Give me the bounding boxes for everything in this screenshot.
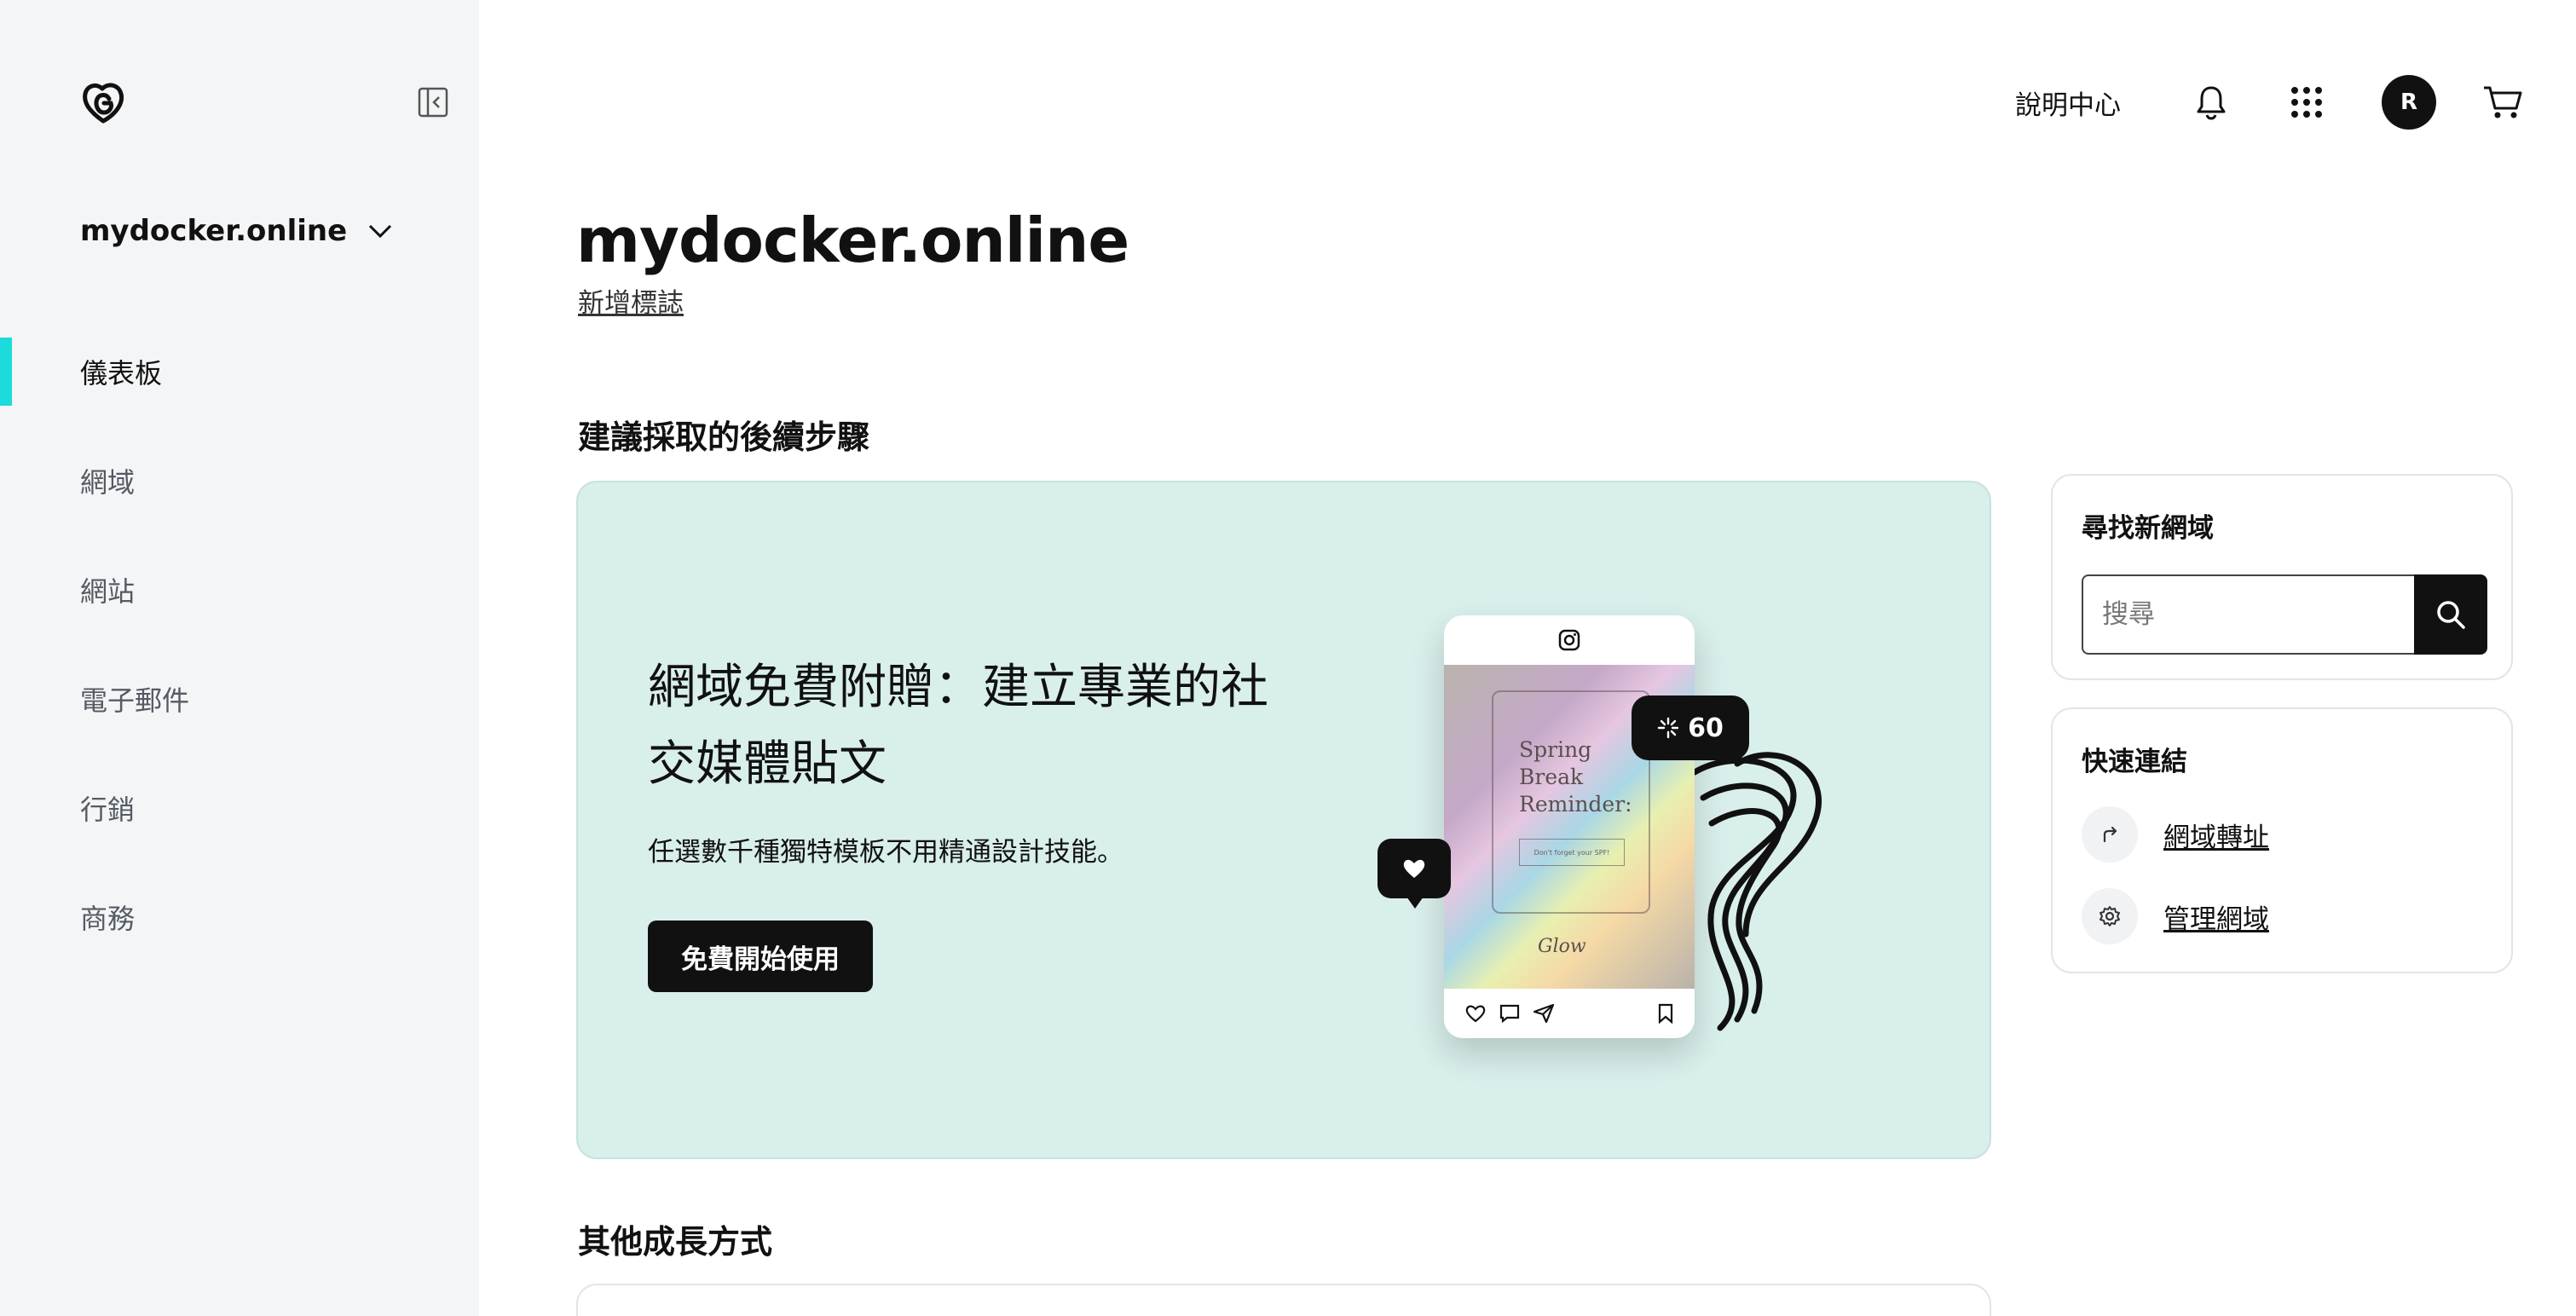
sidebar-item-dashboard[interactable]: 儀表板 [0, 338, 479, 406]
cart-icon[interactable] [2479, 78, 2527, 126]
likes-count: 60 [1688, 713, 1724, 743]
comment-icon [1499, 1004, 1520, 1024]
quick-links-card: 快速連結 網域轉址 管理網域 [2051, 707, 2513, 973]
domain-selector-label: mydocker.online [80, 214, 348, 248]
growth-card [576, 1284, 1991, 1316]
quick-link-label: 網域轉址 [2163, 822, 2269, 853]
collapse-sidebar-icon[interactable] [416, 85, 450, 119]
page-title: mydocker.online [576, 205, 1129, 276]
sidebar-item-domains[interactable]: 網域 [0, 447, 479, 515]
next-steps-heading: 建議採取的後續步驟 [578, 418, 870, 456]
domain-search-input[interactable] [2082, 574, 2414, 655]
promo-headline: 網域免費附贈：建立專業的社交媒體貼文 [648, 660, 1268, 792]
find-domain-title: 尋找新網域 [2082, 513, 2214, 544]
search-icon [2437, 601, 2465, 629]
add-logo-link[interactable]: 新增標誌 [578, 281, 684, 320]
social-post-mockup: Spring Break Reminder: Don't forget your… [1444, 615, 1695, 1038]
promo-subtext: 任選數千種獨特模板不用精通設計技能。 [648, 837, 1123, 868]
sidebar-nav: 儀表板 網域 網站 電子郵件 行銷 商務 [0, 338, 479, 992]
page: mydocker.online 儀表板 網域 網站 電子郵件 行銷 商務 說明中… [0, 0, 2576, 1316]
promo-card: 網域免費附贈：建立專業的社交媒體貼文 任選數千種獨特模板不用精通設計技能。 免費… [576, 481, 1991, 1159]
sidebar-item-commerce[interactable]: 商務 [0, 883, 479, 951]
post-card-text: Spring Break Reminder: [1519, 737, 1632, 817]
instagram-icon [1444, 615, 1695, 665]
sparkle-icon [1657, 717, 1679, 739]
gear-icon [2082, 888, 2138, 944]
quick-link-label: 管理網域 [2163, 903, 2269, 935]
domain-selector[interactable]: mydocker.online [80, 210, 393, 252]
top-bar: 說明中心 R [2015, 73, 2527, 131]
post-card-frame: Spring Break Reminder: Don't forget your… [1492, 690, 1650, 914]
sidebar-item-email[interactable]: 電子郵件 [0, 665, 479, 733]
post-actions [1444, 989, 1695, 1038]
find-domain-card: 尋找新網域 [2051, 474, 2513, 680]
sidebar-item-websites[interactable]: 網站 [0, 556, 479, 624]
quick-links-title: 快速連結 [2082, 747, 2187, 777]
search-button[interactable] [2414, 574, 2487, 655]
start-free-button[interactable]: 免費開始使用 [648, 921, 873, 992]
likes-badge: 60 [1632, 696, 1749, 760]
chevron-down-icon [369, 224, 392, 239]
send-icon [1533, 1003, 1555, 1024]
quick-link-manage-domains[interactable]: 管理網域 [2082, 888, 2269, 944]
sidebar: mydocker.online 儀表板 網域 網站 電子郵件 行銷 商務 [0, 0, 479, 1316]
forward-arrow-icon [2082, 806, 2138, 863]
apps-grid-icon[interactable] [2283, 78, 2331, 126]
bell-icon[interactable] [2187, 78, 2235, 126]
heart-notification-icon [1378, 839, 1451, 909]
sidebar-item-marketing[interactable]: 行銷 [0, 774, 479, 842]
post-card-button: Don't forget your SPF! [1519, 839, 1625, 866]
growth-heading: 其他成長方式 [578, 1223, 773, 1261]
brand-logo-icon[interactable] [78, 77, 128, 126]
avatar[interactable]: R [2382, 75, 2436, 130]
heart-outline-icon [1465, 1005, 1486, 1023]
help-center-link[interactable]: 說明中心 [2015, 84, 2121, 122]
post-signature: Glow [1538, 936, 1586, 957]
quick-link-domain-forwarding[interactable]: 網域轉址 [2082, 806, 2269, 863]
swirl-decoration-icon [1691, 752, 1822, 1031]
bookmark-icon [1658, 1003, 1673, 1024]
